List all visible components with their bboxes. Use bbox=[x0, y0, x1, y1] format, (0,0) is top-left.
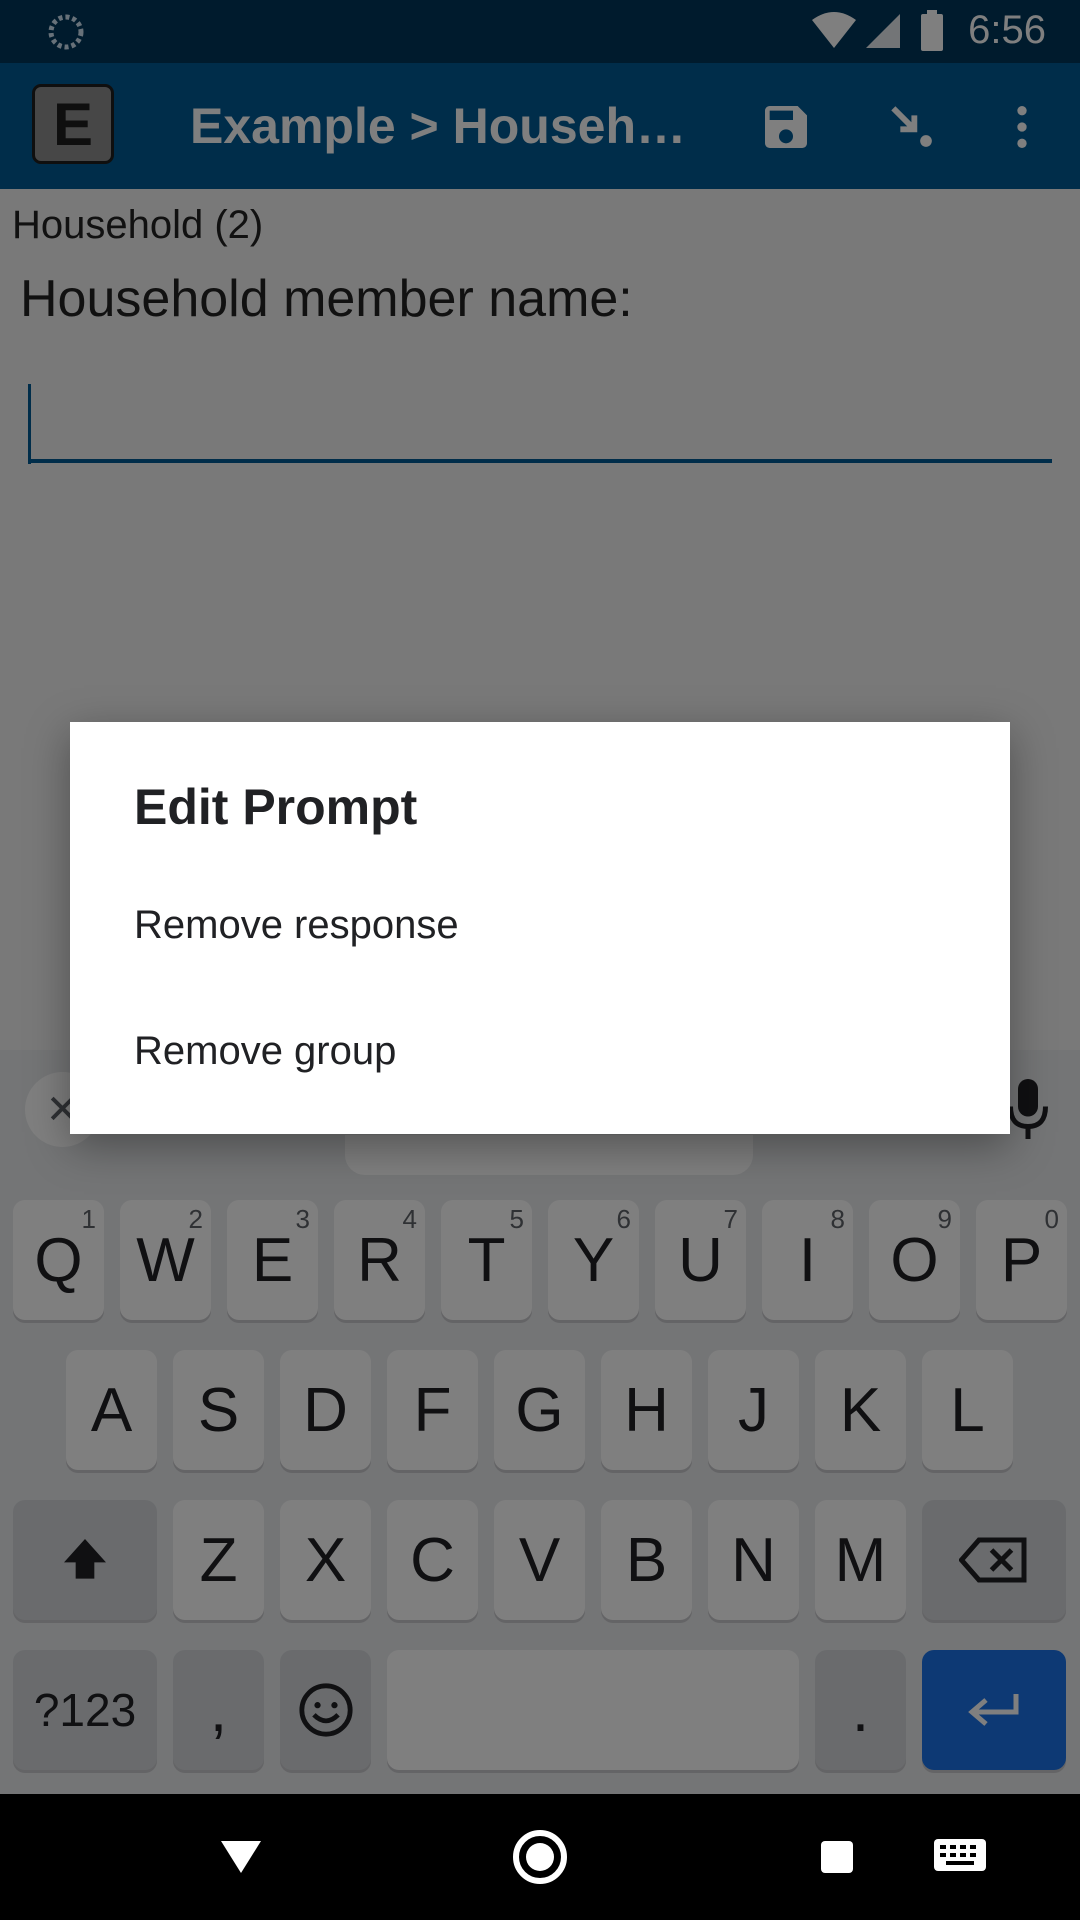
remove-group-option[interactable]: Remove group bbox=[70, 988, 1010, 1114]
keyboard-icon bbox=[934, 1839, 986, 1871]
nav-keyboard-switch-button[interactable] bbox=[925, 1822, 995, 1892]
remove-response-option[interactable]: Remove response bbox=[70, 862, 1010, 988]
navigation-bar bbox=[0, 1794, 1080, 1920]
square-icon bbox=[821, 1841, 853, 1873]
nav-back-button[interactable] bbox=[206, 1822, 276, 1892]
home-circle-icon bbox=[513, 1830, 567, 1884]
nav-recents-button[interactable] bbox=[802, 1822, 872, 1892]
nav-home-button[interactable] bbox=[505, 1822, 575, 1892]
triangle-down-icon bbox=[221, 1841, 261, 1873]
dialog-title: Edit Prompt bbox=[134, 779, 418, 835]
edit-prompt-dialog: Edit Prompt Remove response Remove group bbox=[70, 722, 1010, 1134]
